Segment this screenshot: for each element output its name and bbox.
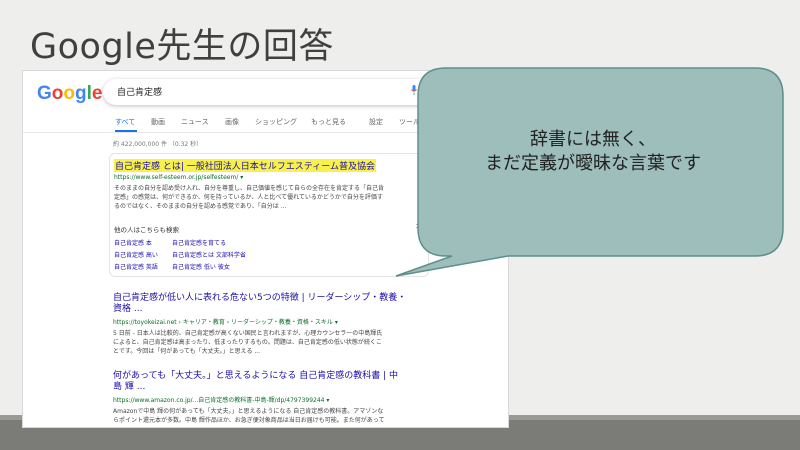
callout-line: まだ定義が曖昧な言葉です xyxy=(485,153,701,174)
tab-all[interactable]: すべて xyxy=(115,117,135,127)
search-icon[interactable] xyxy=(423,84,435,96)
google-search-screenshot: Google 自己肯定感 すべて 動画 ニュース 画像 ショッピング もっと見る… xyxy=(22,70,509,428)
featured-result-url[interactable]: https://www.self-esteem.or.jp/selfesteem… xyxy=(114,174,243,181)
slide-title: Google先生の回答 xyxy=(30,27,334,67)
snippet-line: Amazonで中島 輝の何があっても「大丈夫。」と思えるようになる 自己肯定感の… xyxy=(113,408,384,415)
tab-videos[interactable]: 動画 xyxy=(151,117,165,127)
tab-more[interactable]: もっと見る xyxy=(311,117,346,127)
related-search-link[interactable]: 自己肯定感 本 xyxy=(114,238,152,247)
related-search-link[interactable]: 自己肯定感を育てる xyxy=(172,238,226,247)
snippet-line: によると、自己肯定感は高まったり、低まったりするもの。問題は、自己肯定感の低い状… xyxy=(113,339,382,346)
result-title[interactable]: 何があっても「大丈夫。」と思えるようになる 自己肯定感の教科書 | 中 島 輝 … xyxy=(113,371,439,393)
search-query: 自己肯定感 xyxy=(117,88,163,98)
result-title-line: 何があっても「大丈夫。」と思えるようになる 自己肯定感の教科書 | 中 xyxy=(113,371,398,381)
related-searches-heading: 他の人はこちらも検索 xyxy=(114,226,179,234)
snippet-line: 5 日前 - 日本人は比較的、自己肯定感が高くない国民と言われますが、心理カウン… xyxy=(113,330,383,337)
logo-letter: o xyxy=(63,83,75,104)
logo-letter: o xyxy=(51,83,64,104)
related-search-link[interactable]: 自己肯定感 低い 彼女 xyxy=(172,262,230,271)
result-count: 約 422,000,000 件 （0.32 秒） xyxy=(113,141,203,148)
result-url[interactable]: https://toyokeizai.net › キャリア・教育 › リーダーシ… xyxy=(113,317,439,326)
result-snippet: 5 日前 - 日本人は比較的、自己肯定感が高くない国民と言われますが、心理カウン… xyxy=(113,329,439,356)
snippet-line: とです。今回は「何があっても「大丈夫。」と思える ... xyxy=(113,348,261,355)
logo-letter: g xyxy=(75,83,87,104)
microphone-icon[interactable] xyxy=(411,85,417,95)
featured-result-title[interactable]: 自己肯定感 とは| 一般社団法人日本セルフエスティーム普及協会 xyxy=(114,159,376,172)
callout-line: 辞書には無く、 xyxy=(530,129,656,150)
google-logo[interactable]: Google xyxy=(37,83,102,105)
related-search-link[interactable]: 自己肯定感 高い xyxy=(114,250,158,259)
snippet-line: るのではなく、そのままの自分を認める感覚であり、「自分は ... xyxy=(114,203,287,210)
search-input[interactable]: 自己肯定感 xyxy=(103,79,443,105)
result-title-line: 島 輝 ... xyxy=(113,382,146,392)
result-title-line: 自己肯定感が低い人に表れる危ない5つの特徴 | リーダーシップ・教養・ xyxy=(113,293,407,303)
tab-settings[interactable]: 設定 xyxy=(369,117,383,127)
tab-shopping[interactable]: ショッピング xyxy=(255,117,297,127)
result-url[interactable]: https://www.amazon.co.jp/...自己肯定感の教科書-中島… xyxy=(113,395,439,404)
tab-news[interactable]: ニュース xyxy=(181,117,209,127)
result-title-line: 資格 ... xyxy=(113,304,143,314)
tab-tools[interactable]: ツール xyxy=(399,117,420,127)
featured-result-snippet: そのままの自分を認め受け入れ、自分を尊重し、自己価値を感じて自らの全存在を肯定す… xyxy=(114,184,424,211)
snippet-line: 定感」の感覚は、何ができるか、何を持っているか、人と比べて優れているかどうかで自… xyxy=(114,194,383,201)
close-icon[interactable]: ✕ xyxy=(415,222,422,231)
logo-letter: G xyxy=(37,83,52,104)
callout-text: 辞書には無く、 まだ定義が曖昧な言葉です xyxy=(424,128,762,176)
related-search-link[interactable]: 自己肯定感 英語 xyxy=(114,262,158,271)
snippet-line: そのままの自分を認め受け入れ、自分を尊重し、自己価値を感じて自らの全存在を肯定す… xyxy=(114,185,385,192)
result-snippet: Amazonで中島 輝の何があっても「大丈夫。」と思えるようになる 自己肯定感の… xyxy=(113,407,439,425)
featured-result-card: 自己肯定感 とは| 一般社団法人日本セルフエスティーム普及協会 https://… xyxy=(109,153,429,277)
snippet-line: らポイント還元本が多数。中島 輝作品ほか、お急ぎ便対象商品は当日お届けも可能。ま… xyxy=(113,417,385,424)
logo-letter: e xyxy=(91,83,103,104)
tab-images[interactable]: 画像 xyxy=(225,117,239,127)
search-result: 何があっても「大丈夫。」と思えるようになる 自己肯定感の教科書 | 中 島 輝 … xyxy=(113,371,439,425)
related-search-link[interactable]: 自己肯定感とは 文部科学省 xyxy=(172,250,246,259)
result-title[interactable]: 自己肯定感が低い人に表れる危ない5つの特徴 | リーダーシップ・教養・ 資格 .… xyxy=(113,293,439,315)
search-result: 自己肯定感が低い人に表れる危ない5つの特徴 | リーダーシップ・教養・ 資格 .… xyxy=(113,293,439,356)
